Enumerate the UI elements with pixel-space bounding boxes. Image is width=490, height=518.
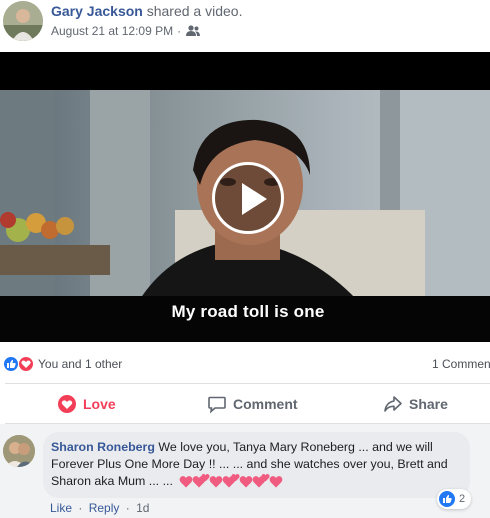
comments-section: Sharon Roneberg We love you, Tanya Mary … <box>0 424 490 518</box>
like-reaction-icon <box>3 356 19 372</box>
meta-separator: · <box>177 24 182 38</box>
play-button[interactable] <box>212 162 284 234</box>
play-icon <box>242 183 267 215</box>
author-line: Gary Jackson shared a video. <box>51 3 242 20</box>
commenter-avatar[interactable] <box>3 435 35 467</box>
comments-count-link[interactable]: 1 Commen <box>432 356 490 372</box>
divider <box>5 383 490 384</box>
share-icon <box>383 394 403 414</box>
comment-text: Sharon Roneberg We love you, Tanya Mary … <box>51 439 469 493</box>
comment-separator: · <box>125 501 130 515</box>
like-reaction-icon <box>439 491 455 507</box>
comment-timestamp[interactable]: 1d <box>136 501 149 515</box>
comment-reply-link[interactable]: Reply <box>89 501 120 515</box>
comment-actions: Like · Reply · 1d <box>50 500 149 516</box>
love-button[interactable]: Love <box>57 392 116 416</box>
reactions-summary[interactable]: You and 1 other <box>38 356 122 372</box>
author-name-link[interactable]: Gary Jackson <box>51 3 143 19</box>
author-avatar[interactable] <box>3 1 43 41</box>
comment-bubble: Sharon Roneberg We love you, Tanya Mary … <box>43 432 470 498</box>
comment-icon <box>207 394 227 414</box>
love-button-label: Love <box>83 396 116 412</box>
post-meta: August 21 at 12:09 PM · <box>51 23 201 39</box>
comment-button[interactable]: Comment <box>207 392 298 416</box>
post-action-text: shared a video. <box>146 3 243 19</box>
comment-reaction-count[interactable]: 2 <box>437 489 472 509</box>
comment-reaction-number: 2 <box>459 493 466 505</box>
friends-icon[interactable] <box>186 25 201 37</box>
post-header: Gary Jackson shared a video. August 21 a… <box>0 0 490 50</box>
comment-separator: · <box>78 501 83 515</box>
love-reaction-icon <box>18 356 34 372</box>
share-button-label: Share <box>409 396 448 412</box>
post-timestamp[interactable]: August 21 at 12:09 PM <box>51 23 173 39</box>
comment-author-link[interactable]: Sharon Roneberg <box>51 440 155 454</box>
love-icon <box>57 394 77 414</box>
reactions-bar: You and 1 other 1 Commen <box>0 350 490 378</box>
hearts-emoji <box>179 473 283 493</box>
share-button[interactable]: Share <box>383 392 448 416</box>
comment-button-label: Comment <box>233 396 298 412</box>
video-player[interactable]: My road toll is one <box>0 52 490 342</box>
video-subtitle: My road toll is one <box>171 302 325 321</box>
comment-like-link[interactable]: Like <box>50 501 72 515</box>
reaction-icons[interactable] <box>3 356 35 372</box>
